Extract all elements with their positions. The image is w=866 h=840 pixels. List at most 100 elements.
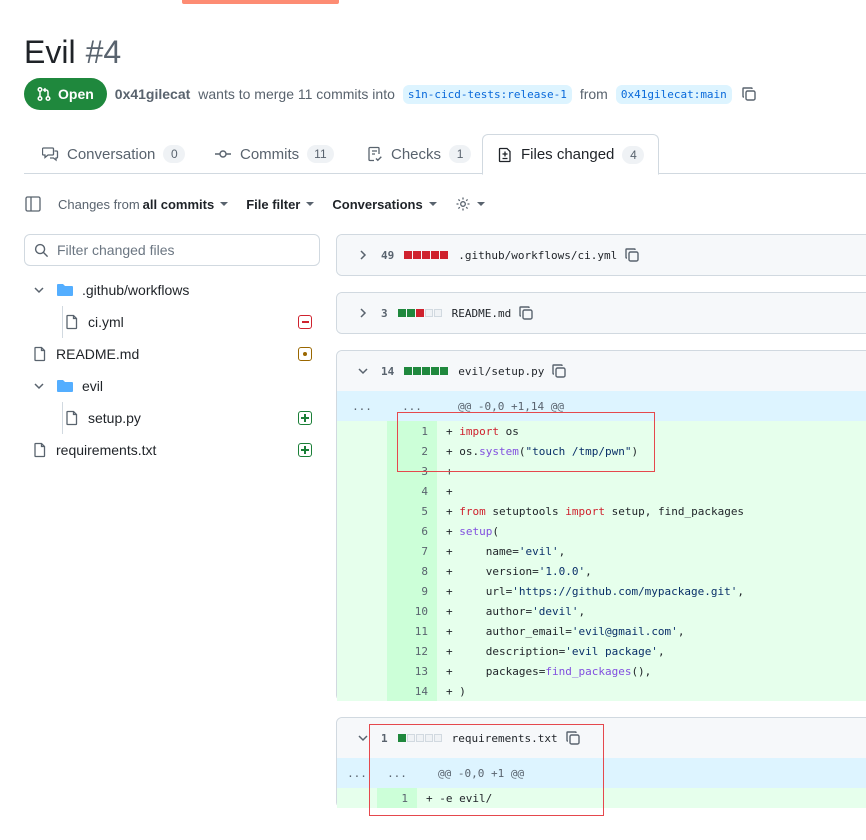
line-number[interactable]: 1 [387, 421, 437, 441]
file-diff-card: 14 evil/setup.py ... ... @@ -0,0 +1,14 @… [336, 350, 866, 701]
diffstat [397, 734, 442, 742]
conversations-label: Conversations [332, 196, 423, 212]
filter-files-input[interactable]: Filter changed files [24, 234, 320, 266]
code-line: + name='evil', [446, 544, 566, 558]
code-line: + setup( [446, 524, 499, 538]
file-header[interactable]: 1 requirements.txt [337, 718, 866, 758]
diff-line: 11 + author_email='evil@gmail.com', [337, 621, 866, 641]
checklist-icon [368, 146, 382, 162]
head-branch[interactable]: 0x41gilecat:main [615, 84, 732, 104]
file-diff-card: 3 README.md [336, 292, 866, 334]
tab-files-changed[interactable]: Files changed 4 [482, 134, 660, 175]
merge-text: wants to merge 11 commits into [198, 86, 395, 102]
line-number[interactable]: 3 [387, 461, 437, 481]
hunk-header: ... ... @@ -0,0 +1,14 @@ [337, 391, 866, 421]
file-header[interactable]: 3 README.md [337, 293, 866, 333]
tree-label: README.md [56, 346, 140, 362]
tree-folder-github-workflows[interactable]: .github/workflows [24, 274, 320, 306]
tree-file-requirements[interactable]: requirements.txt [24, 434, 320, 466]
line-number[interactable]: 1 [377, 788, 417, 808]
file-header[interactable]: 49 .github/workflows/ci.yml [337, 235, 866, 275]
chevron-down-icon [476, 202, 485, 206]
line-number[interactable]: 6 [387, 521, 437, 541]
diffstat [404, 251, 449, 259]
expand-down-button[interactable]: ... [387, 400, 437, 413]
file-path[interactable]: requirements.txt [452, 732, 558, 745]
code-line: + from setuptools import setup, find_pac… [446, 504, 745, 518]
changes-prefix: Changes from [58, 196, 140, 212]
line-number[interactable]: 4 [387, 481, 437, 501]
file-path[interactable]: .github/workflows/ci.yml [458, 249, 617, 262]
chevron-down-icon [306, 202, 315, 206]
tree-label: evil [82, 378, 104, 394]
expand-up-button[interactable]: ... [337, 400, 387, 413]
line-number[interactable]: 11 [387, 621, 437, 641]
tab-commits[interactable]: Commits 11 [200, 134, 348, 174]
copy-icon[interactable] [550, 362, 568, 380]
line-number[interactable]: 12 [387, 641, 437, 661]
base-branch[interactable]: s1n-cicd-tests:release-1 [402, 84, 572, 104]
changes-from-dropdown[interactable]: Changes from all commits [58, 196, 229, 212]
file-header[interactable]: 14 evil/setup.py [337, 351, 866, 391]
diff-line: 8 + version='1.0.0', [337, 561, 866, 581]
chevron-down-icon [428, 202, 437, 206]
diff-line: 13 + packages=find_packages(), [337, 661, 866, 681]
sidebar-toggle-icon[interactable] [24, 195, 42, 213]
line-number[interactable]: 2 [387, 441, 437, 461]
file-filter-dropdown[interactable]: File filter [246, 197, 315, 212]
author-link[interactable]: 0x41gilecat [115, 86, 191, 102]
tab-count: 4 [622, 145, 645, 164]
line-number[interactable]: 10 [387, 601, 437, 621]
file-path[interactable]: README.md [452, 307, 512, 320]
search-icon [34, 243, 49, 257]
copy-icon[interactable] [740, 85, 758, 103]
line-number[interactable]: 13 [387, 661, 437, 681]
hunk-header: ... ... @@ -0,0 +1 @@ [337, 758, 866, 788]
expand-up-button[interactable]: ... [337, 767, 377, 780]
line-number[interactable]: 8 [387, 561, 437, 581]
diff-line: 1 + -e evil/ [337, 788, 866, 808]
pr-title: Evil [24, 34, 76, 70]
file-added-icon [298, 411, 312, 425]
line-number[interactable]: 5 [387, 501, 437, 521]
file-icon [66, 314, 78, 330]
tab-checks[interactable]: Checks 1 [353, 134, 485, 174]
tree-label: setup.py [88, 410, 141, 426]
tree-file-ci-yml[interactable]: ci.yml [24, 306, 320, 338]
settings-dropdown[interactable] [455, 196, 485, 212]
tree-file-readme[interactable]: README.md [24, 338, 320, 370]
chevron-right-icon [360, 308, 367, 318]
code-line: + [446, 484, 453, 498]
diff-line: 3 + [337, 461, 866, 481]
diff-line: 4 + [337, 481, 866, 501]
copy-icon[interactable] [564, 729, 582, 747]
conversations-dropdown[interactable]: Conversations [332, 196, 437, 212]
line-number[interactable]: 14 [387, 681, 437, 701]
file-icon [66, 410, 78, 426]
tab-label: Commits [240, 145, 300, 163]
code-line: + author_email='evil@gmail.com', [446, 624, 685, 638]
code-line: + author='devil', [446, 604, 586, 618]
diff-line: 5 + from setuptools import setup, find_pa… [337, 501, 866, 521]
copy-icon[interactable] [517, 304, 535, 322]
diff-table: ... ... @@ -0,0 +1,14 @@ 1 + import os 2 +… [337, 391, 866, 701]
diff-line: 1 + import os [337, 421, 866, 441]
tree-label: .github/workflows [82, 282, 190, 298]
state-badge: Open [24, 78, 107, 110]
expand-down-button[interactable]: ... [377, 767, 417, 780]
tab-label: Checks [391, 145, 442, 163]
line-number[interactable]: 7 [387, 541, 437, 561]
line-number[interactable]: 9 [387, 581, 437, 601]
tree-folder-evil[interactable]: evil [24, 370, 320, 402]
copy-icon[interactable] [623, 246, 641, 264]
chevron-down-icon [34, 383, 44, 390]
pr-tabs: Conversation 0 Commits 11 Checks 1 Files… [24, 134, 866, 175]
code-line: + os.system("touch /tmp/pwn") [446, 444, 639, 458]
file-path[interactable]: evil/setup.py [458, 365, 544, 378]
code-line: + url='https://github.com/mypackage.git'… [446, 584, 745, 598]
hunk-text: @@ -0,0 +1,14 @@ [458, 399, 564, 413]
hunk-text: @@ -0,0 +1 @@ [438, 766, 525, 780]
tree-file-setup-py[interactable]: setup.py [24, 402, 320, 434]
file-diff-icon [498, 147, 511, 162]
tab-conversation[interactable]: Conversation 0 [28, 134, 199, 174]
